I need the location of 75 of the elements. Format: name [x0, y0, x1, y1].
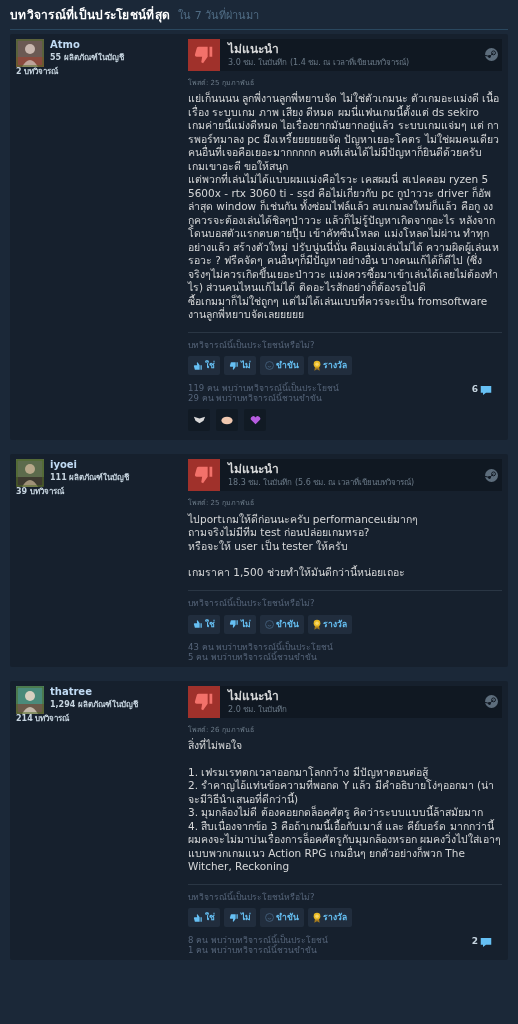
- verdict-title: ไม่แนะนำ: [228, 462, 280, 478]
- verdict-title: ไม่แนะนำ: [228, 688, 280, 704]
- reviews-count: 39 บทวิจารณ์: [16, 487, 65, 498]
- author-name[interactable]: Atmo: [50, 38, 124, 51]
- no-vote-button[interactable]: ไม่: [224, 614, 256, 634]
- section-subtitle: ใน 7 วันที่ผ่านมา: [178, 8, 260, 24]
- thumbs-up-icon: [193, 360, 203, 371]
- thumbs-down-icon: [229, 619, 239, 629]
- helpful-count: 119 คน พบว่าบทวิจารณ์นี้เป็นประโยชน์: [188, 383, 340, 394]
- reviews-count: 2 บทวิจารณ์: [16, 66, 60, 77]
- yes-vote-button[interactable]: ใช่: [188, 614, 220, 634]
- smiley-icon: [265, 361, 274, 371]
- comments-link[interactable]: 2: [471, 935, 492, 949]
- funny-vote-button[interactable]: ขำขัน: [260, 908, 304, 928]
- smiley-icon: [265, 913, 274, 923]
- review-text: สิ่งที่ไม่พอใจ: [188, 739, 243, 753]
- author-name[interactable]: thatree: [50, 685, 139, 698]
- funny-vote-button[interactable]: ขำขัน: [260, 356, 304, 376]
- award-badge[interactable]: [216, 409, 238, 432]
- comment-bubble-icon: [480, 384, 492, 396]
- funny-count: 5 คน พบว่าบทวิจารณ์นี้ชวนขำขัน: [188, 651, 318, 662]
- platform-logo-icon: [485, 695, 498, 708]
- thumbs-down-icon: [229, 360, 239, 371]
- verdict-title: ไม่แนะนำ: [228, 41, 280, 57]
- reviews-count: 214 บทวิจารณ์: [16, 713, 71, 724]
- review-text: ถามจริงไม่มีทีม test ก่อนปล่อยเกมหรอ?: [188, 526, 371, 539]
- award-ribbon-icon: [313, 618, 321, 630]
- helpful-count: 8 คน พบว่าบทวิจารณ์นี้เป็นประโยชน์: [188, 935, 329, 946]
- comment-bubble-icon: [480, 936, 492, 948]
- platform-logo-icon: [485, 48, 498, 61]
- no-vote-button[interactable]: ไม่: [224, 356, 256, 376]
- award-ribbon-icon: [313, 912, 321, 924]
- award-vote-button[interactable]: รางวัล: [308, 614, 352, 634]
- award-ribbon-icon: [313, 360, 321, 372]
- smiley-icon: [265, 619, 274, 629]
- wings-icon: [192, 416, 206, 425]
- review-text: หรือจะให้ user เป็น tester ให้ครับ: [188, 539, 350, 554]
- funny-count: 29 คน พบว่าบทวิจารณ์นี้ชวนขำขัน: [188, 393, 323, 404]
- helpful-question: บทวิจารณ์นี้เป็นประโยชน์หรือไม่?: [188, 338, 316, 352]
- award-vote-button[interactable]: รางวัล: [308, 356, 352, 376]
- funny-vote-button[interactable]: ขำขัน: [260, 614, 304, 634]
- brain-icon: [221, 415, 233, 425]
- thumbs-up-icon: [193, 619, 203, 629]
- review-text: 3. มุมกล้องไม่ดี ต้องคอยกดล็อคศัตรู คิดว่าระบบแบบนี้ล้าสมัยมาก: [188, 806, 485, 819]
- award-badge[interactable]: [188, 409, 210, 432]
- review-text: ซื้อเกมมาก็ไม่ใช่ถูกๆ แต่ไม่ได้เล่นแบบที่ควรจะเป็น fromsoftware งานลูกพี่หยาบจัดเลยยยยย: [188, 294, 489, 322]
- award-vote-button[interactable]: รางวัล: [308, 908, 352, 928]
- comments-link[interactable]: 6: [471, 383, 492, 397]
- author-name[interactable]: iyoei: [50, 459, 130, 472]
- helpful-question: บทวิจารณ์นี้เป็นประโยชน์หรือไม่?: [188, 596, 316, 610]
- review-text: 2. รำคาญไอ้แท่นข้อความที่พอกด Y แล้ว มีคำอธิบายโง่ๆออกมา (น่าจะมีวิธีนำเสนอที่ดีกว่านี้): [188, 779, 496, 805]
- playtime-text: 2.0 ชม. ในบันทึก: [228, 703, 289, 715]
- thumbs-up-icon: [193, 912, 203, 923]
- products-count: 111 ผลิตภัณฑ์ในบัญชี: [50, 471, 130, 485]
- playtime-text: 18.3 ชม. ในบันทึก (5.6 ชม. ณ เวลาที่เขียนบทวิจารณ์): [228, 477, 416, 489]
- review-text: เกมค่ายนี้แม่งดีหมด ไอเรื่องยากมันยากอยู่แล้ว ระบบเกมแจ่มๆ แต่ การพอร์ทมาลง pc มึงเหรี้ยยยยยยจัด ปัญหาเยอะโคตร ไม่ใช่ผมคนเดียว คนอื่นที่เจอคือเยอะมากกกกก คนที่เล่นได้ไม่มีปัญหาก็ยินดีด้วยครับ เกมเขาอะดี ขอให้สนุก: [188, 119, 501, 173]
- funny-count: 1 คน พบว่าบทวิจารณ์นี้ชวนขำขัน: [188, 945, 317, 956]
- thumbs-down-icon: [229, 912, 239, 923]
- yes-vote-button[interactable]: ใช่: [188, 356, 220, 376]
- review-text: 4. สืบเนื่องจากข้อ 3 คือถ้าเกมนี้เอื้อกับเมาส์ และ คีย์บอร์ด มากกว่านี้ ผมคงจะไม่มาบ่นเรื่องการล็อคศัตรูกับมุมกล้องหรอก ผมคงวิ่งไปใส่เอาๆแบบพวกเกมแนว Action RPG เกมอื่นๆ ยกตัวอย่างก็พวก The Witcher, Reckoning: [188, 819, 502, 874]
- helpful-question: บทวิจารณ์นี้เป็นประโยชน์หรือไม่?: [188, 890, 316, 904]
- yes-vote-button[interactable]: ใช่: [188, 908, 220, 928]
- heart-icon: [249, 415, 261, 425]
- products-count: 1,294 ผลิตภัณฑ์ในบัญชี: [50, 698, 139, 712]
- helpful-count: 43 คน พบว่าบทวิจารณ์นี้เป็นประโยชน์: [188, 641, 335, 652]
- review-text: 1. เฟรมเรทตกเวลาออกมาโลกกว้าง มีปัญหาตอนต่อสู้: [188, 765, 429, 779]
- review-text: ไปportเกมให้ดีก่อนนะครับ performanceแย่มากๆ: [188, 512, 420, 526]
- review-text: แย่เก็นนนน ลูกพี่งานลูกพี่หยาบจัด ไม่ใช่ตัวเกมนะ ตัวเกมอะแม่งดี เนื้อเรื่อง ระบบเกม ภาพ เสียง ดีหมด ผมนี่แฟนเกมนี้ตั้งแต่ ds sekiro: [188, 92, 501, 118]
- section-title: บทวิจารณ์ที่เป็นประโยชน์ที่สุด: [10, 6, 171, 24]
- products-count: 55 ผลิตภัณฑ์ในบัญชี: [50, 51, 124, 65]
- review-text: แต่พวกที่เล่นไม่ได้แบบผมแม่งคือไรวะ เคสผมนี่ สเปคคอม ryzen 5 5600x - rtx 3060 ti - ssd คือไม่เกี่ยวกับ pc กูป่าววะ driver ก็อัพล่าสุด window ก็เช่นกัน ทั้งซ่อมไฟล์แล้ว ลบเกมลงใหม่ก็แล้ว คือกู งง กูควรจะต้องเล่นได้ชิลๆป่าววะ แล้วก็ไม่รู้ปัญหาเกิดจากอะไร หลังจากโดนบอสตัวแรกตบตายปุ๊บ เข้าคัทซีนโหลด แม่งโหลดไม่ผ่าน ทำทุกอย่างแล้ว สร้างตัวใหม่ ปรับนู่นนี่นั่น คือแม่งเล่นไม่ได้ ความผิดผู้เล่นเหรอวะ ? ฟรีคจัดๆ คนอื่นๆก็มีปัญหาอย่างอื่น บางคนแก้ได้ก็ดีไป (ซึ่งจริงๆไม่ควรเกิดขึ้นเยอะป่าววะ แม่งควรซื้อมาเข้าเล่นได้เลยไม่ต้องทำไร) ส่วนคนไหนแก้ไม่ได้ ติดอะไรสักอย่างก็ต้องรอไปดิ: [188, 173, 501, 294]
- review-text: เกมราคา 1,500 ช่วยทำให้มันดีกว่านี้หน่อยเถอะ: [188, 566, 406, 580]
- playtime-text: 3.0 ชม. ในบันทึก (1.4 ชม. ณ เวลาที่เขียนบทวิจารณ์): [228, 56, 411, 68]
- no-vote-button[interactable]: ไม่: [224, 908, 256, 928]
- platform-logo-icon: [485, 468, 498, 482]
